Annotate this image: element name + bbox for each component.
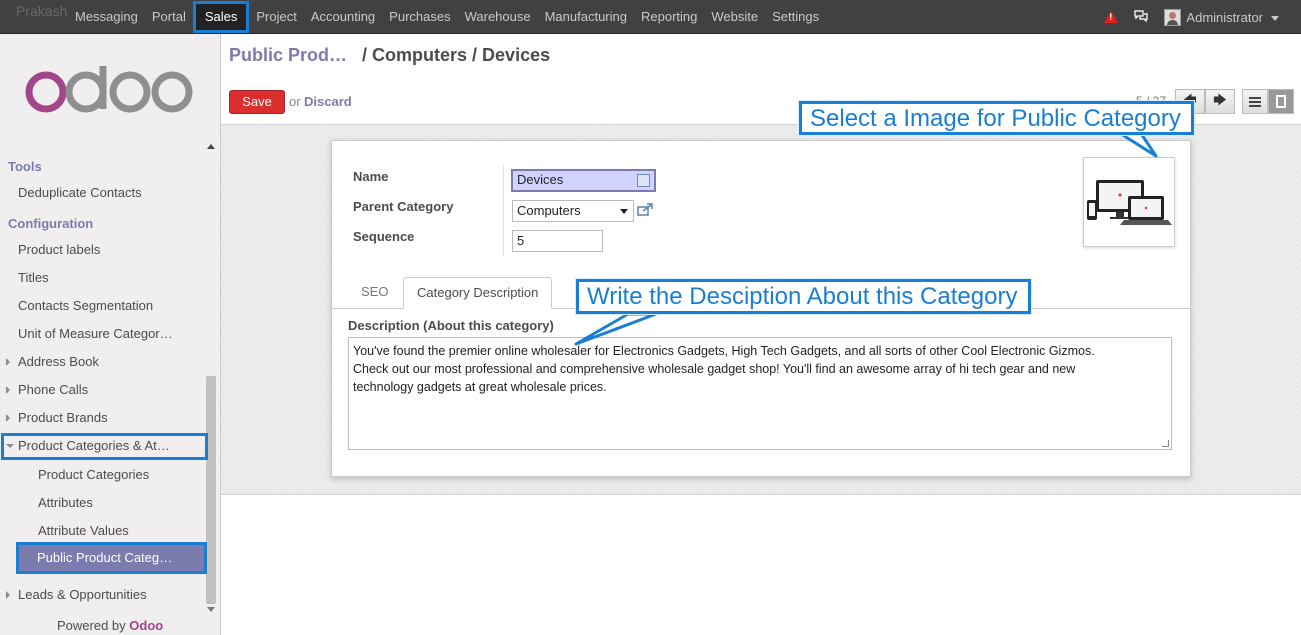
field-separator [503, 165, 504, 255]
discard-button[interactable]: Discard [304, 94, 352, 109]
top-navbar: Prakash Messaging Portal Sales Project A… [0, 0, 1301, 34]
sequence-field[interactable]: 5 [512, 230, 603, 252]
sidebar-item-product-categories-attributes[interactable]: Product Categories & At… [18, 438, 170, 453]
breadcrumb-link[interactable]: Public Prod… [229, 45, 347, 65]
callout-image-tip: Select a Image for Public Category [799, 101, 1194, 135]
sequence-label: Sequence [353, 229, 415, 244]
scroll-down-arrow[interactable] [207, 607, 215, 612]
ghost-text: Prakash [16, 3, 68, 19]
expand-icon [6, 414, 10, 422]
chat-icon[interactable] [1134, 9, 1149, 25]
view-switcher [1242, 89, 1294, 114]
sidebar-section-tools: Tools [8, 159, 42, 174]
chevron-down-icon [620, 209, 628, 214]
menu-reporting[interactable]: Reporting [634, 0, 704, 34]
next-record-button[interactable]: 🡆 [1205, 89, 1235, 114]
sidebar-item-titles[interactable]: Titles [18, 270, 49, 285]
menu-sales[interactable]: Sales [192, 1, 250, 33]
description-line: technology gadgets at great wholesale pr… [353, 380, 607, 394]
parent-category-label: Parent Category [353, 199, 454, 214]
list-icon [1249, 96, 1261, 107]
sidebar-item-attribute-values[interactable]: Attribute Values [38, 523, 129, 538]
description-textarea[interactable]: You've found the premier online wholesal… [348, 337, 1172, 450]
callout-description-tip: Write the Desciption About this Category [576, 279, 1031, 314]
sidebar-item-address-book[interactable]: Address Book [18, 354, 99, 369]
description-line: You've found the premier online wholesal… [353, 344, 1095, 358]
sequence-value: 5 [517, 233, 525, 248]
powered-by-text: Powered by [57, 618, 126, 633]
callout-description-text: Write the Desciption About this Category [587, 283, 1018, 310]
breadcrumb-current: / Computers / Devices [362, 45, 551, 65]
odoo-brand-link[interactable]: Odoo [129, 618, 163, 633]
sidebar-section-configuration: Configuration [8, 216, 94, 231]
name-label: Name [353, 169, 389, 184]
sidebar-item-phone-calls[interactable]: Phone Calls [18, 382, 88, 397]
user-menu[interactable]: Administrator [1164, 8, 1279, 26]
menu-warehouse[interactable]: Warehouse [458, 0, 538, 34]
avatar [1164, 8, 1182, 26]
topbar-right: Administrator [1104, 0, 1279, 34]
callout-pointer [574, 312, 658, 346]
menu-manufacturing[interactable]: Manufacturing [538, 0, 634, 34]
sidebar: Tools Deduplicate Contacts Configuration… [0, 34, 221, 635]
warning-icon[interactable] [1104, 11, 1119, 23]
powered-by: Powered by Odoo [57, 618, 163, 633]
user-name: Administrator [1186, 9, 1263, 25]
description-label: Description (About this category) [348, 318, 554, 333]
sidebar-item-attributes[interactable]: Attributes [38, 495, 93, 510]
scroll-up-arrow[interactable] [207, 144, 215, 149]
parent-category-select[interactable]: Computers [512, 200, 634, 222]
menu-purchases[interactable]: Purchases [382, 0, 457, 34]
sidebar-scrollbar[interactable] [206, 376, 216, 604]
highlight-box [16, 542, 207, 574]
expand-icon [6, 358, 10, 366]
sidebar-item-contacts-segmentation[interactable]: Contacts Segmentation [18, 298, 153, 313]
menu-portal[interactable]: Portal [145, 0, 193, 34]
parent-category-value: Computers [517, 203, 581, 218]
sidebar-item-product-labels[interactable]: Product labels [18, 242, 100, 257]
top-menu: Messaging Portal Sales Project Accountin… [68, 0, 826, 34]
name-value: Devices [517, 172, 564, 187]
sidebar-item-product-brands[interactable]: Product Brands [18, 410, 108, 425]
category-image[interactable] [1083, 157, 1175, 247]
external-link-icon[interactable] [637, 203, 653, 216]
arrow-right-icon: 🡆 [1213, 91, 1227, 107]
sidebar-item-deduplicate-contacts[interactable]: Deduplicate Contacts [18, 185, 142, 200]
save-button[interactable]: Save [229, 90, 285, 114]
sidebar-item-leads-opportunities[interactable]: Leads & Opportunities [18, 587, 147, 602]
menu-website[interactable]: Website [704, 0, 765, 34]
expand-icon [6, 591, 10, 599]
menu-accounting[interactable]: Accounting [304, 0, 382, 34]
sidebar-item-uom-categories[interactable]: Unit of Measure Categor… [18, 326, 173, 341]
resize-handle[interactable] [1162, 440, 1169, 447]
callout-image-text: Select a Image for Public Category [810, 105, 1181, 132]
form-icon [1276, 95, 1286, 108]
translate-icon[interactable] [637, 174, 650, 187]
odoo-logo[interactable] [24, 64, 194, 114]
menu-settings[interactable]: Settings [765, 0, 826, 34]
list-view-button[interactable] [1242, 89, 1268, 114]
expand-icon [6, 386, 10, 394]
menu-project[interactable]: Project [249, 0, 303, 34]
sidebar-item-product-categories[interactable]: Product Categories [38, 467, 149, 482]
name-field[interactable]: Devices [511, 169, 656, 192]
collapse-icon [6, 444, 14, 448]
form-view-button[interactable] [1268, 89, 1294, 114]
tab-category-description[interactable]: Category Description [403, 277, 553, 309]
or-text: or [289, 94, 301, 109]
tab-seo[interactable]: SEO [348, 277, 401, 309]
menu-messaging[interactable]: Messaging [68, 0, 145, 34]
chevron-down-icon [1271, 15, 1279, 21]
breadcrumb: Public Prod… / Computers / Devices [229, 45, 550, 66]
devices-image [1087, 180, 1172, 225]
description-line: Check out our most professional and comp… [353, 362, 1076, 376]
